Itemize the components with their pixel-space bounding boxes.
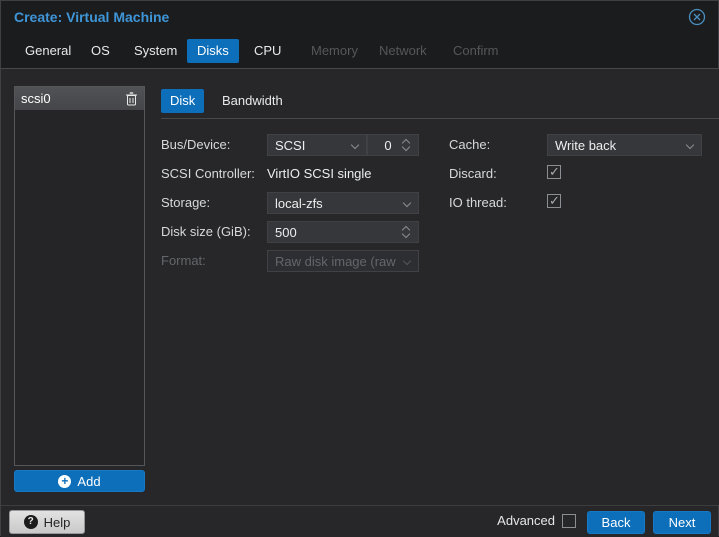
disk-list: scsi0 xyxy=(14,86,145,466)
spinner-arrows-icon[interactable] xyxy=(401,137,411,153)
tab-general[interactable]: General xyxy=(15,39,81,63)
plus-circle-icon: + xyxy=(58,475,71,488)
bus-device-select[interactable]: SCSI xyxy=(267,134,367,156)
storage-select[interactable]: local-zfs xyxy=(267,192,419,214)
add-button-label: Add xyxy=(77,474,100,489)
bus-device-value: SCSI xyxy=(275,138,351,153)
bus-number-value: 0 xyxy=(375,138,401,153)
io-thread-checkbox[interactable] xyxy=(547,194,561,208)
cache-value: Write back xyxy=(555,138,686,153)
tab-confirm: Confirm xyxy=(443,39,509,63)
back-button[interactable]: Back xyxy=(587,511,645,534)
subtab-bandwidth[interactable]: Bandwidth xyxy=(213,89,292,113)
cache-select[interactable]: Write back xyxy=(547,134,702,156)
chevron-down-icon xyxy=(403,199,411,207)
wizard-tab-bar: General OS System Disks CPU Memory Netwo… xyxy=(1,33,718,69)
chevron-down-icon xyxy=(686,141,694,149)
chevron-down-icon xyxy=(351,141,359,149)
disk-size-label: Disk size (GiB): xyxy=(161,224,263,239)
tab-os[interactable]: OS xyxy=(81,39,120,63)
storage-value: local-zfs xyxy=(275,196,403,211)
scsi-controller-value: VirtIO SCSI single xyxy=(267,166,372,181)
question-circle-icon: ? xyxy=(24,515,38,529)
spinner-arrows-icon[interactable] xyxy=(401,224,411,240)
create-vm-dialog: Create: Virtual Machine General OS Syste… xyxy=(0,0,719,536)
trash-icon[interactable] xyxy=(125,92,138,106)
close-icon[interactable] xyxy=(688,8,706,26)
bus-device-label: Bus/Device: xyxy=(161,137,263,152)
dialog-title: Create: Virtual Machine xyxy=(14,9,169,25)
discard-checkbox[interactable] xyxy=(547,165,561,179)
io-thread-label: IO thread: xyxy=(449,195,543,210)
disk-form-panel: Disk Bandwidth Bus/Device: SCSI 0 Cache:… xyxy=(161,89,719,489)
form-row-disk-size: Disk size (GiB): 500 xyxy=(161,221,719,243)
tab-disks[interactable]: Disks xyxy=(187,39,239,63)
help-button[interactable]: ? Help xyxy=(9,510,85,534)
disk-size-value: 500 xyxy=(275,225,401,240)
tab-memory: Memory xyxy=(301,39,368,63)
discard-label: Discard: xyxy=(449,166,543,181)
disk-size-stepper[interactable]: 500 xyxy=(267,221,419,243)
title-bar: Create: Virtual Machine xyxy=(1,1,718,33)
bus-number-stepper[interactable]: 0 xyxy=(367,134,419,156)
footer-bar: ? Help Advanced Back Next xyxy=(1,505,718,537)
disk-list-item-scsi0[interactable]: scsi0 xyxy=(15,87,144,110)
storage-label: Storage: xyxy=(161,195,263,210)
tab-system[interactable]: System xyxy=(124,39,187,63)
chevron-down-icon xyxy=(403,257,411,265)
subtab-divider xyxy=(161,118,719,119)
format-label: Format: xyxy=(161,253,263,268)
format-select: Raw disk image (raw xyxy=(267,250,419,272)
help-button-label: Help xyxy=(44,515,71,530)
advanced-toggle: Advanced xyxy=(497,513,576,528)
scsi-controller-label: SCSI Controller: xyxy=(161,166,263,181)
form-row-format: Format: Raw disk image (raw xyxy=(161,250,719,272)
advanced-label: Advanced xyxy=(497,513,555,528)
next-button[interactable]: Next xyxy=(653,511,711,534)
tab-network: Network xyxy=(369,39,437,63)
form-row-scsi-controller: SCSI Controller: VirtIO SCSI single Disc… xyxy=(161,163,719,185)
subtab-disk[interactable]: Disk xyxy=(161,89,204,113)
form-row-storage: Storage: local-zfs IO thread: xyxy=(161,192,719,214)
disk-item-label: scsi0 xyxy=(21,91,125,106)
tab-cpu[interactable]: CPU xyxy=(244,39,291,63)
format-value: Raw disk image (raw xyxy=(275,254,403,269)
form-row-bus-device: Bus/Device: SCSI 0 Cache: Write back xyxy=(161,134,719,156)
advanced-checkbox[interactable] xyxy=(562,514,576,528)
add-disk-button[interactable]: + Add xyxy=(14,470,145,492)
content-area: scsi0 + Add Disk Bandwidth xyxy=(1,69,719,505)
cache-label: Cache: xyxy=(449,137,543,152)
